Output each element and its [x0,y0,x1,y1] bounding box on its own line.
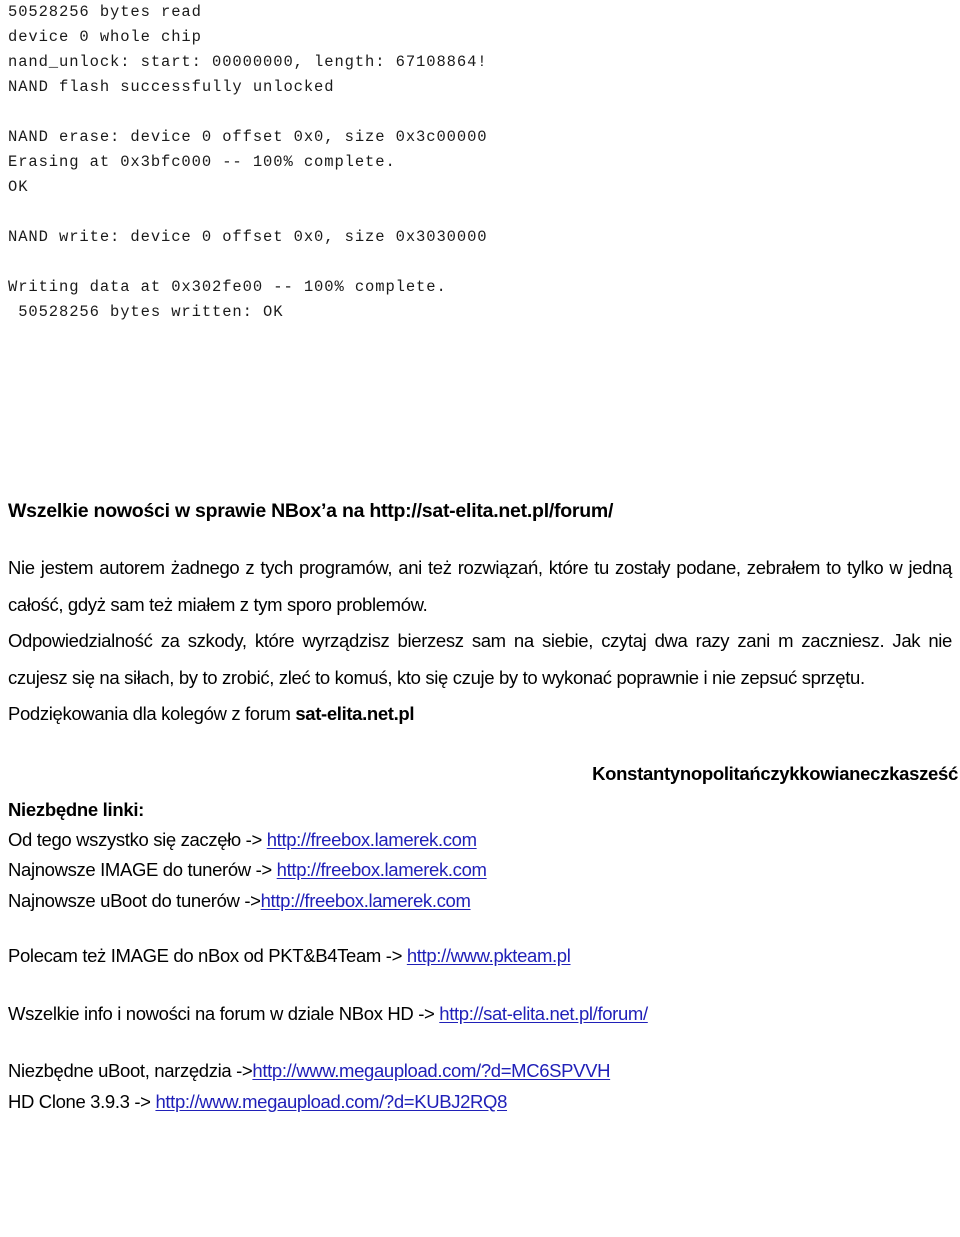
link-row-label: Najnowsze uBoot do tunerów -> [8,889,261,911]
console-line: NAND flash successfully unlocked [8,78,335,96]
konstantynopol-word: Konstantynopolitańczykkowianeczkasześć [592,762,958,784]
console-line: nand_unlock: start: 00000000, length: 67… [8,53,488,71]
link-row-forum: Wszelkie info i nowości na forum w dzial… [8,972,952,1030]
link-megaupload-hdclone[interactable]: http://www.megaupload.com/?d=KUBJ2RQ8 [155,1091,507,1112]
link-row-label: Od tego wszystko się zaczęło -> [8,828,267,850]
link-freebox-start[interactable]: http://freebox.lamerek.com [267,829,477,850]
link-row-image: Najnowsze IMAGE do tunerów -> http://fre… [8,855,952,886]
console-line: device 0 whole chip [8,28,202,46]
console-line: Erasing at 0x3bfc000 -- 100% complete. [8,153,396,171]
console-line: NAND erase: device 0 offset 0x0, size 0x… [8,128,488,146]
link-pkteam[interactable]: http://www.pkteam.pl [407,945,571,966]
thanks-forum-name: sat-elita.net.pl [295,703,415,724]
console-line: OK [8,178,29,196]
disclaimer-paragraph-2: Odpowiedzialność za szkody, które wyrząd… [8,630,952,688]
link-row-uboot: Najnowsze uBoot do tunerów ->http://free… [8,886,952,917]
link-row-label: Wszelkie info i nowości na forum w dzial… [8,1002,440,1024]
link-freebox-image[interactable]: http://freebox.lamerek.com [277,859,487,880]
link-row-label: HD Clone 3.9.3 -> [8,1090,156,1112]
link-row-label: Niezbędne uBoot, narzędzia -> [8,1060,253,1081]
link-row-hdclone: HD Clone 3.9.3 -> http://www.megaupload.… [8,1087,952,1118]
links-section-heading: Niezbędne linki: [8,798,145,820]
link-row-label: Najnowsze IMAGE do tunerów -> [8,859,277,880]
document-body: Wszelkie nowości w sprawie NBox’a na htt… [8,480,958,1118]
link-megaupload-uboot[interactable]: http://www.megaupload.com/?d=MC6SPVVH [252,1060,610,1081]
link-sat-elita-forum[interactable]: http://sat-elita.net.pl/forum/ [439,1003,648,1024]
console-line: Writing data at 0x302fe00 -- 100% comple… [8,278,447,296]
link-row-pkteam: Polecam też IMAGE do nBox od PKT&B4Team … [8,916,952,972]
console-output-block: 50528256 bytes read device 0 whole chip … [8,0,708,325]
page-heading: Wszelkie nowości w sprawie NBox’a na htt… [8,500,614,522]
thanks-line: Podziękowania dla kolegów z forum sat-el… [8,696,952,733]
link-row-start: Od tego wszystko się zaczęło -> http://f… [8,825,952,856]
link-freebox-uboot[interactable]: http://freebox.lamerek.com [261,890,471,911]
console-line: NAND write: device 0 offset 0x0, size 0x… [8,228,488,246]
link-row-label: Polecam też IMAGE do nBox od PKT&B4Team … [8,945,407,966]
link-row-megaupload-uboot: Niezbędne uBoot, narzędzia ->http://www.… [8,1029,952,1087]
disclaimer-paragraph-1: Nie jestem autorem żadnego z tych progra… [8,557,952,615]
thanks-prefix: Podziękowania dla kolegów z forum [8,703,296,724]
console-line: 50528256 bytes written: OK [8,303,284,321]
console-line: 50528256 bytes read [8,3,202,21]
